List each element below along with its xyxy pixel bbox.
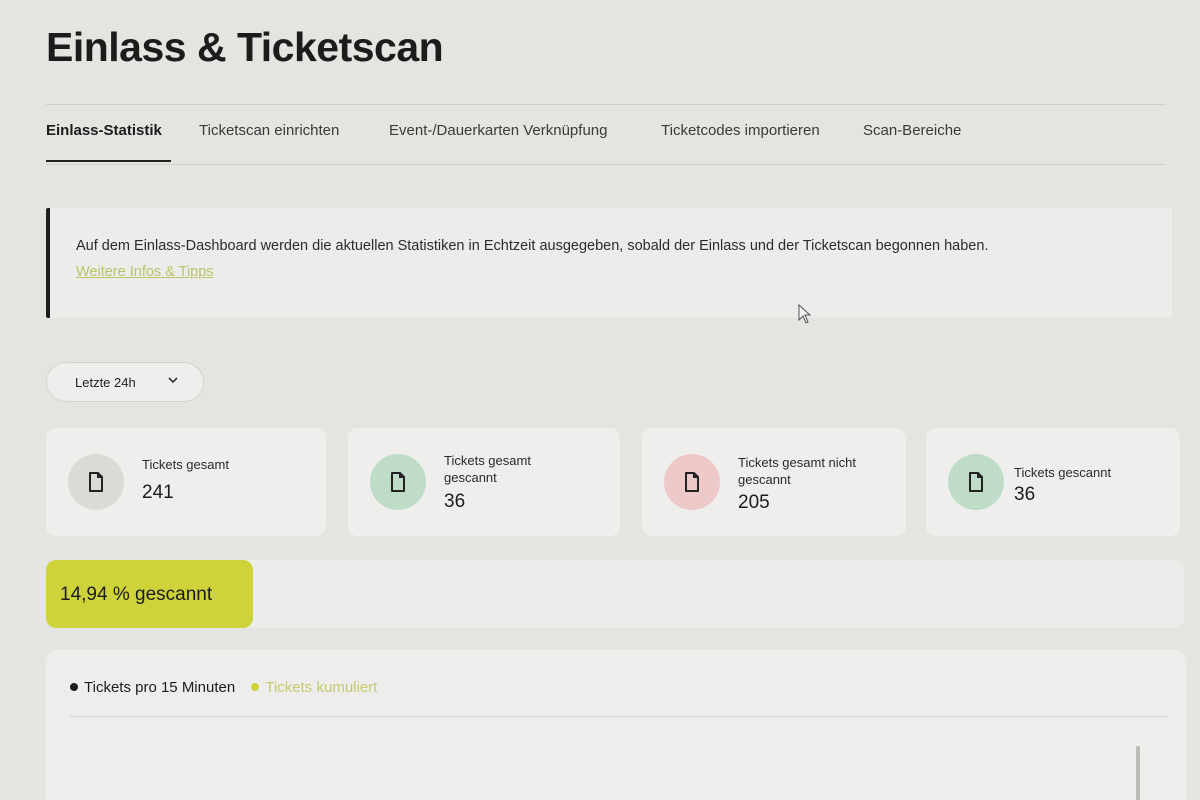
tab-ticketcodes-importieren[interactable]: Ticketcodes importieren <box>661 122 820 139</box>
stat-value: 241 <box>142 482 174 503</box>
tab-divider <box>46 164 1166 165</box>
stat-card-tickets-gescannt: Tickets gescannt 36 <box>926 428 1180 536</box>
document-icon <box>370 454 426 510</box>
legend-label: Tickets pro 15 Minuten <box>84 678 236 696</box>
document-icon <box>664 454 720 510</box>
page-title: Einlass & Ticketscan <box>46 24 444 70</box>
active-tab-indicator <box>46 160 171 162</box>
stat-card-gesamt-gescannt: Tickets gesamt gescannt 36 <box>348 428 620 536</box>
page: Einlass & Ticketscan Einlass-Statistik T… <box>0 0 1200 800</box>
tab-bar: Einlass-Statistik Ticketscan einrichten … <box>46 122 1166 165</box>
scan-progress-label: 14,94 % gescannt <box>60 584 213 605</box>
stat-value: 36 <box>1014 484 1036 505</box>
chart-divider <box>70 716 1168 717</box>
info-text: Auf dem Einlass-Dashboard werden die akt… <box>76 238 989 254</box>
legend-dot-icon <box>70 683 78 691</box>
mouse-pointer-icon <box>798 303 812 329</box>
stat-value: 36 <box>444 491 466 512</box>
tab-scan-bereiche[interactable]: Scan-Bereiche <box>863 122 961 139</box>
tab-einlass-statistik[interactable]: Einlass-Statistik <box>46 122 162 139</box>
stat-label: Tickets gesamt nicht gescannt <box>738 455 857 487</box>
info-banner: Auf dem Einlass-Dashboard werden die akt… <box>46 208 1172 318</box>
time-range-dropdown[interactable]: Letzte 24h <box>46 362 204 402</box>
tab-ticketscan-einrichten[interactable]: Ticketscan einrichten <box>199 122 339 139</box>
tickets-chart: Tickets pro 15 Minuten Tickets kumuliert <box>46 650 1186 800</box>
legend-item-tickets-kumuliert[interactable]: Tickets kumuliert <box>251 679 377 696</box>
stat-card-tickets-gesamt: Tickets gesamt 241 <box>46 428 326 536</box>
scan-progress-bar: 14,94 % gescannt <box>46 560 1184 628</box>
stat-card-nicht-gescannt: Tickets gesamt nicht gescannt 205 <box>642 428 906 536</box>
scan-progress-fill: 14,94 % gescannt <box>46 560 253 628</box>
stat-label: Tickets gesamt <box>142 457 229 472</box>
legend-label: Tickets kumuliert <box>265 678 378 696</box>
chevron-down-icon <box>167 374 179 389</box>
stat-label: Tickets gescannt <box>1014 465 1112 480</box>
document-icon <box>948 454 1004 510</box>
legend-dot-icon <box>251 683 260 691</box>
time-range-label: Letzte 24h <box>75 375 136 390</box>
document-icon <box>68 454 124 510</box>
header-divider <box>46 104 1166 105</box>
legend-item-tickets-pro-15-minuten[interactable]: Tickets pro 15 Minuten <box>70 679 235 696</box>
chart-legend: Tickets pro 15 Minuten Tickets kumuliert <box>70 678 389 696</box>
stat-label: Tickets gesamt gescannt <box>444 453 531 485</box>
chart-bar <box>1136 746 1140 800</box>
tab-event-dauerkarten[interactable]: Event-/Dauerkarten Verknüpfung <box>389 122 607 139</box>
info-link[interactable]: Weitere Infos & Tipps <box>76 264 214 280</box>
stat-value: 205 <box>738 492 770 513</box>
